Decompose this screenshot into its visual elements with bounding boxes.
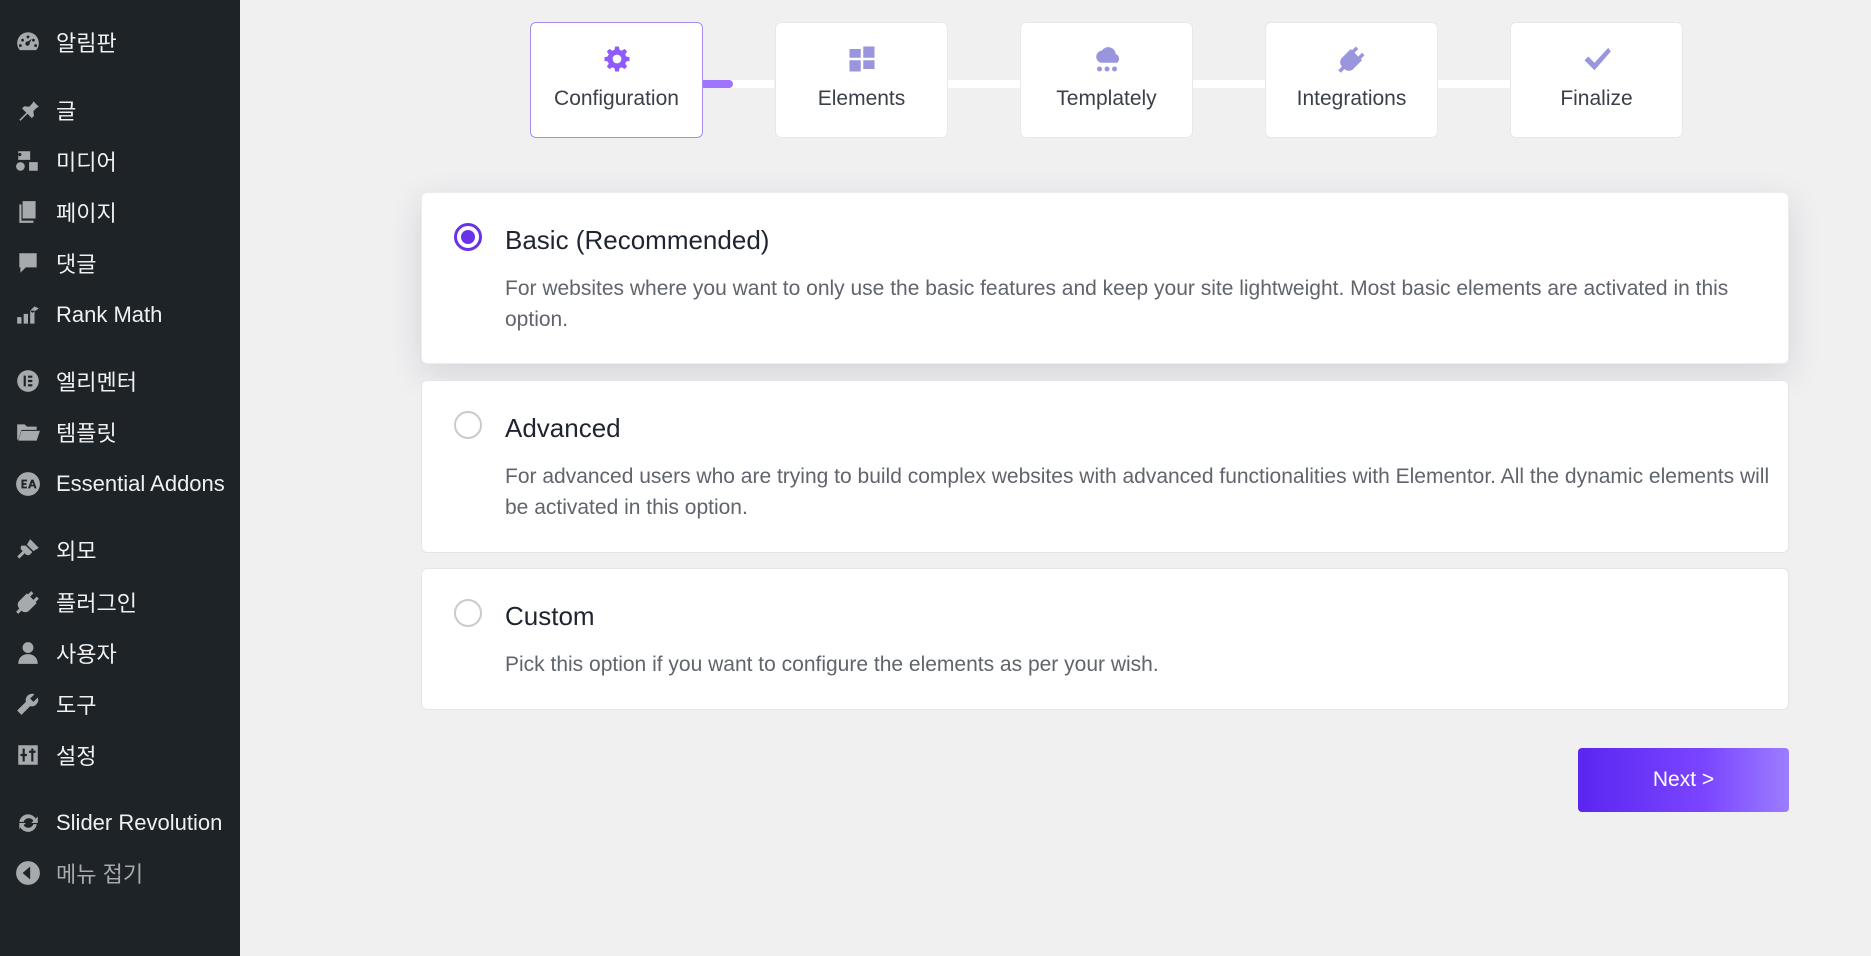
sidebar-item-elementor[interactable]: 엘리멘터 [0, 359, 240, 403]
step-label: Finalize [1560, 87, 1633, 110]
step-configuration[interactable]: Configuration [530, 22, 703, 138]
sidebar-item-label: Essential Addons [56, 471, 225, 496]
sidebar-collapse-menu[interactable]: 메뉴 접기 [0, 851, 240, 895]
folder-icon [14, 418, 42, 446]
radio-advanced[interactable] [454, 411, 482, 439]
sidebar-item-label: 페이지 [56, 201, 117, 226]
step-label: Elements [817, 87, 906, 110]
gear-icon [601, 43, 633, 75]
brush-icon [14, 536, 42, 564]
sidebar-item-templates[interactable]: 템플릿 [0, 410, 240, 454]
elementor-icon [14, 367, 42, 395]
pages-icon [14, 198, 42, 226]
step-finalize[interactable]: Finalize [1510, 22, 1683, 138]
sidebar-item-label: 미디어 [56, 150, 117, 175]
sidebar-item-label: 사용자 [56, 642, 117, 667]
option-description: For websites where you want to only use … [505, 277, 1729, 331]
admin-sidebar: 알림판 글 미디어 페이지 댓글 Rank Math 엘리멘터 템플릿 Esse… [0, 0, 240, 956]
sidebar-item-essential-addons[interactable]: Essential Addons [0, 462, 240, 506]
sidebar-item-label: Slider Revolution [56, 810, 223, 835]
sidebar-item-label: 템플릿 [56, 421, 117, 446]
sidebar-item-tools[interactable]: 도구 [0, 682, 240, 726]
sidebar-item-pages[interactable]: 페이지 [0, 190, 240, 234]
step-connector [946, 80, 1020, 88]
option-description: For advanced users who are trying to bui… [505, 465, 1770, 519]
checkmark-icon [1581, 43, 1613, 75]
sidebar-item-label: 도구 [56, 693, 97, 718]
radio-custom[interactable] [454, 599, 482, 627]
sidebar-item-label: 글 [56, 99, 77, 124]
sidebar-item-label: 메뉴 접기 [56, 862, 144, 887]
sidebar-item-label: 엘리멘터 [56, 370, 137, 395]
radio-basic[interactable] [454, 223, 482, 251]
sidebar-item-rank-math[interactable]: Rank Math [0, 293, 240, 337]
sidebar-item-label: 설정 [56, 744, 97, 769]
step-progress-fill [700, 80, 734, 88]
step-label: Integrations [1296, 87, 1407, 110]
sidebar-item-label: 알림판 [56, 31, 117, 56]
sidebar-item-label: 외모 [56, 539, 97, 564]
rank-math-icon [14, 301, 42, 329]
media-icon [14, 147, 42, 175]
option-custom[interactable]: Custom Pick this option if you want to c… [421, 568, 1789, 710]
dashboard-icon [14, 28, 42, 56]
step-connector [1191, 80, 1265, 88]
step-integrations[interactable]: Integrations [1265, 22, 1438, 138]
user-icon [14, 639, 42, 667]
sidebar-item-comments[interactable]: 댓글 [0, 241, 240, 285]
next-button[interactable]: Next > [1578, 748, 1789, 812]
option-title: Advanced [505, 413, 621, 443]
sidebar-item-settings[interactable]: 설정 [0, 733, 240, 777]
pushpin-icon [14, 96, 42, 124]
step-label: Configuration [554, 87, 679, 110]
option-title: Basic (Recommended) [505, 225, 770, 255]
collapse-icon [14, 859, 42, 887]
option-basic[interactable]: Basic (Recommended) For websites where y… [421, 192, 1789, 364]
sidebar-item-label: 플러그인 [56, 591, 137, 616]
sidebar-item-label: 댓글 [56, 252, 97, 277]
essential-addons-icon [14, 470, 42, 498]
option-advanced[interactable]: Advanced For advanced users who are tryi… [421, 380, 1789, 553]
settings-icon [14, 741, 42, 769]
sidebar-item-dashboard[interactable]: 알림판 [0, 20, 240, 64]
step-connector [700, 80, 774, 88]
sidebar-item-slider-revolution[interactable]: Slider Revolution [0, 801, 240, 845]
sidebar-item-appearance[interactable]: 외모 [0, 528, 240, 572]
step-elements[interactable]: Elements [775, 22, 948, 138]
plug-icon [1336, 43, 1368, 75]
cloud-icon [1091, 43, 1123, 75]
comment-icon [14, 249, 42, 277]
plugin-icon [14, 588, 42, 616]
sidebar-item-users[interactable]: 사용자 [0, 631, 240, 675]
option-description: Pick this option if you want to configur… [505, 653, 1159, 676]
sidebar-item-label: Rank Math [56, 302, 163, 327]
refresh-icon [14, 809, 42, 837]
sidebar-item-plugins[interactable]: 플러그인 [0, 580, 240, 624]
step-templately[interactable]: Templately [1020, 22, 1193, 138]
sidebar-item-media[interactable]: 미디어 [0, 139, 240, 183]
step-label: Templately [1056, 87, 1157, 110]
wrench-icon [14, 690, 42, 718]
grid-icon [846, 43, 878, 75]
sidebar-item-posts[interactable]: 글 [0, 88, 240, 132]
option-title: Custom [505, 601, 595, 631]
step-connector [1436, 80, 1510, 88]
